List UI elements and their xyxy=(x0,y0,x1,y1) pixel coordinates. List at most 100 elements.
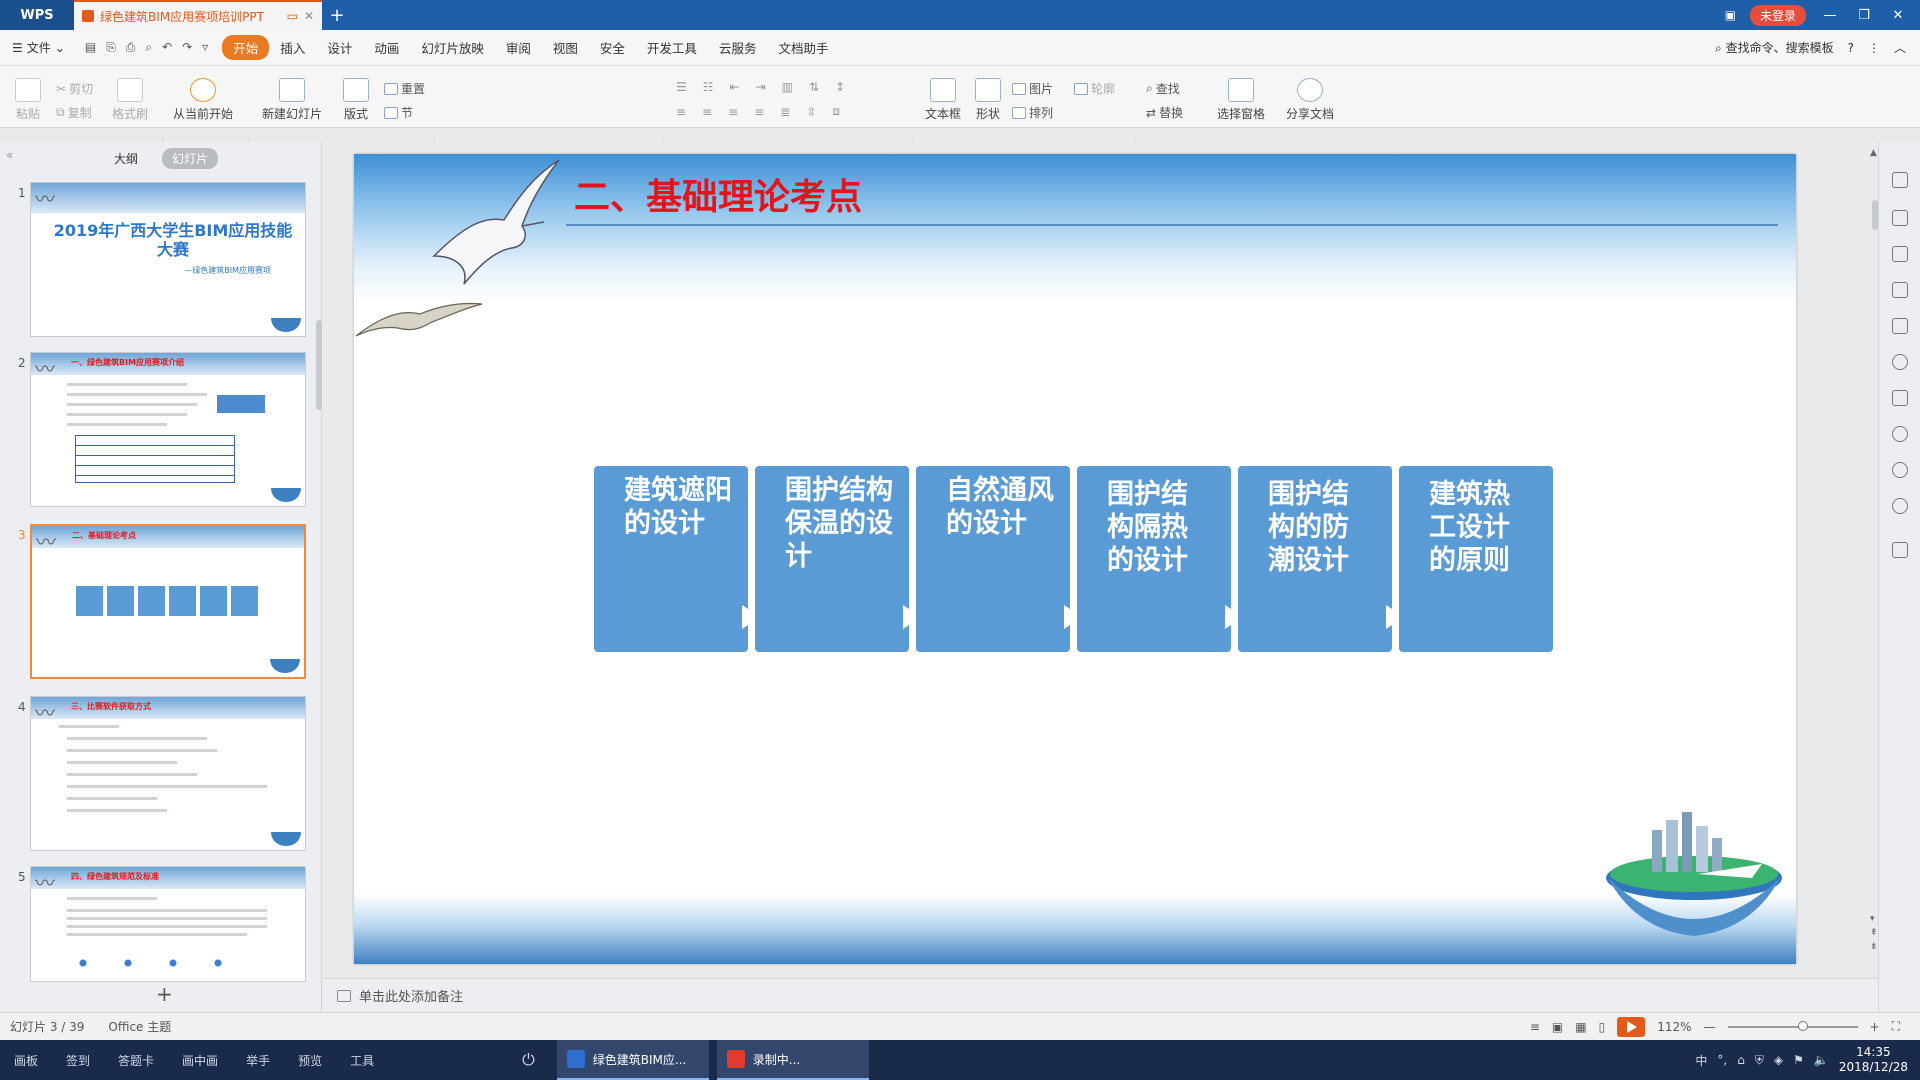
slide-thumbnail-5[interactable]: 〰 四、绿色建筑规范及标准 xyxy=(30,866,306,982)
layout-button[interactable]: 版式 xyxy=(338,78,374,122)
tab-cloud[interactable]: 云服务 xyxy=(708,35,768,60)
shape-format-icon[interactable] xyxy=(1892,246,1908,262)
collapse-ribbon-icon[interactable]: ︿ xyxy=(1894,39,1906,56)
sorter-view-icon[interactable]: ▦ xyxy=(1575,1020,1586,1034)
slide-thumbnail-4[interactable]: 〰 三、比赛软件获取方式 xyxy=(30,696,306,851)
print-preview-icon[interactable]: ⌕ xyxy=(145,40,152,55)
align-center-icon[interactable]: ≡ xyxy=(702,105,712,119)
tab-security[interactable]: 安全 xyxy=(589,35,636,60)
slide-thumbnail-3[interactable]: 〰 二、基础理论考点 xyxy=(30,524,306,679)
minimize-button[interactable]: — xyxy=(1820,8,1840,23)
select-pane-button[interactable]: 选择窗格 xyxy=(1214,78,1268,122)
distribute-icon[interactable]: ≣ xyxy=(780,105,790,119)
shape-button[interactable]: 形状 xyxy=(968,78,1008,122)
save-icon[interactable]: ▤ xyxy=(85,40,96,55)
tab-developer[interactable]: 开发工具 xyxy=(636,35,708,60)
power-icon[interactable]: ⏻ xyxy=(508,1050,549,1070)
star-icon[interactable] xyxy=(1892,354,1908,370)
taskbar-item[interactable]: 答题卡 xyxy=(104,1052,168,1069)
customize-icon[interactable]: ▿ xyxy=(202,40,208,55)
taskbar-item[interactable]: 画板 xyxy=(0,1052,52,1069)
wps-home-tab[interactable]: WPS xyxy=(0,0,74,30)
restore-button[interactable]: ❐ xyxy=(1854,8,1874,23)
slide-thumbnail-1[interactable]: 〰 2019年广西大学生BIM应用技能大赛 —绿色建筑BIM应用赛项 xyxy=(30,182,306,337)
tab-design[interactable]: 设计 xyxy=(316,35,363,60)
replace-button[interactable]: ⇄ 替换 xyxy=(1146,104,1183,121)
increase-indent-icon[interactable]: ⇥ xyxy=(756,80,766,94)
input-method-icon[interactable]: 中 xyxy=(1695,1052,1707,1069)
help-side-icon[interactable] xyxy=(1892,498,1908,514)
tab-outline[interactable]: 大纲 xyxy=(104,148,148,169)
page-nav-icons[interactable]: ▾ ⇞ ⇟ xyxy=(1870,912,1878,954)
zoom-out-icon[interactable]: — xyxy=(1704,1020,1716,1034)
reading-view-icon[interactable]: ▯ xyxy=(1599,1020,1606,1034)
backup-icon[interactable] xyxy=(1892,390,1908,406)
tab-view[interactable]: 视图 xyxy=(542,35,589,60)
process-box-2[interactable]: 围护结构保温的设计 xyxy=(755,466,921,652)
properties-icon[interactable] xyxy=(1892,282,1908,298)
flag-icon[interactable]: ⚑ xyxy=(1793,1053,1804,1067)
taskbar-app-wps[interactable]: 绿色建筑BIM应... xyxy=(556,1040,709,1080)
export-pdf-icon[interactable]: ⎘ xyxy=(106,40,116,55)
close-window-button[interactable]: ✕ xyxy=(1888,8,1908,23)
section-button[interactable]: 节 xyxy=(384,104,413,121)
columns-icon[interactable]: ▥ xyxy=(782,80,793,94)
help-icon[interactable]: ? xyxy=(1848,41,1854,55)
security-icon[interactable]: ⛨ xyxy=(1755,1053,1764,1068)
text-direction-icon[interactable]: ⇅ xyxy=(809,80,819,94)
tab-home[interactable]: 开始 xyxy=(222,35,270,60)
process-box-1[interactable]: 建筑遮阳的设计 xyxy=(594,466,760,652)
zoom-level[interactable]: 112% xyxy=(1657,1020,1691,1034)
shield-icon[interactable]: ◈ xyxy=(1774,1053,1783,1067)
slide-thumbnail-2[interactable]: 〰 一、绿色建筑BIM应用赛项介绍 xyxy=(30,352,306,507)
zoom-in-icon[interactable]: + xyxy=(1870,1020,1880,1034)
normal-view-icon[interactable]: ▣ xyxy=(1552,1020,1563,1034)
taskbar-item[interactable]: 举手 xyxy=(232,1052,284,1069)
undo-icon[interactable]: ↶ xyxy=(162,40,172,55)
slide-title[interactable]: 二、基础理论考点 xyxy=(574,168,862,220)
share-button[interactable]: 分享文档 xyxy=(1282,78,1338,122)
tab-window-icon[interactable]: ▭ xyxy=(287,9,298,23)
image-icon[interactable] xyxy=(1892,318,1908,334)
zoom-slider-handle[interactable] xyxy=(1797,1020,1808,1031)
line-spacing-icon[interactable]: ↕ xyxy=(835,80,845,94)
process-box-5[interactable]: 围护结构的防潮设计 xyxy=(1238,466,1404,652)
notes-pane[interactable]: 单击此处添加备注 xyxy=(323,978,1878,1012)
align-text-icon[interactable]: ⇳ xyxy=(806,105,816,119)
bullets-icon[interactable]: ☰ xyxy=(676,80,687,94)
tab-review[interactable]: 审阅 xyxy=(495,35,542,60)
punctuation-icon[interactable]: °, xyxy=(1717,1053,1727,1067)
taskbar-app-recorder[interactable]: 录制中... xyxy=(716,1040,869,1080)
object-icon[interactable] xyxy=(1892,210,1908,226)
cut-button[interactable]: ✂ 剪切 xyxy=(56,80,93,97)
redo-icon[interactable]: ↷ xyxy=(182,40,192,55)
numbering-icon[interactable]: ☷ xyxy=(703,80,714,94)
taskbar-item[interactable]: 签到 xyxy=(52,1052,104,1069)
tab-insert[interactable]: 插入 xyxy=(269,35,316,60)
justify-icon[interactable]: ≡ xyxy=(754,105,764,119)
notes-toggle-icon[interactable]: ≡ xyxy=(1530,1020,1540,1034)
decrease-indent-icon[interactable]: ⇤ xyxy=(730,80,740,94)
taskbar-item[interactable]: 预览 xyxy=(284,1052,336,1069)
paste-button[interactable]: 粘贴 xyxy=(10,78,46,122)
share-side-icon[interactable] xyxy=(1892,426,1908,442)
close-tab-icon[interactable]: ✕ xyxy=(304,9,314,23)
process-box-6[interactable]: 建筑热工设计的原则 xyxy=(1399,466,1553,652)
tab-animation[interactable]: 动画 xyxy=(363,35,410,60)
volume-icon[interactable]: 🔈 xyxy=(1814,1053,1829,1067)
arrange-button[interactable]: 排列 xyxy=(1012,104,1053,121)
taskbar-item[interactable]: 画中画 xyxy=(168,1052,232,1069)
tab-doc-assistant[interactable]: 文档助手 xyxy=(767,35,839,60)
reset-button[interactable]: 重置 xyxy=(384,80,425,97)
align-right-icon[interactable]: ≡ xyxy=(728,105,738,119)
process-box-3[interactable]: 自然通风的设计 xyxy=(916,466,1082,652)
text-box-button[interactable]: 文本框 xyxy=(918,78,968,122)
file-menu[interactable]: ☰ 文件 ⌄ xyxy=(12,39,65,56)
picture-button[interactable]: 图片 xyxy=(1012,80,1053,97)
slides-panel-scrollbar[interactable] xyxy=(316,320,322,410)
tab-slides[interactable]: 幻灯片 xyxy=(162,147,219,169)
format-painter-button[interactable]: 格式刷 xyxy=(108,78,152,122)
more-icon[interactable]: ⋮ xyxy=(1868,41,1880,55)
zoom-slider[interactable] xyxy=(1727,1020,1858,1031)
document-tab[interactable]: 绿色建筑BIM应用赛项培训PPT ▭ ✕ xyxy=(74,0,322,30)
